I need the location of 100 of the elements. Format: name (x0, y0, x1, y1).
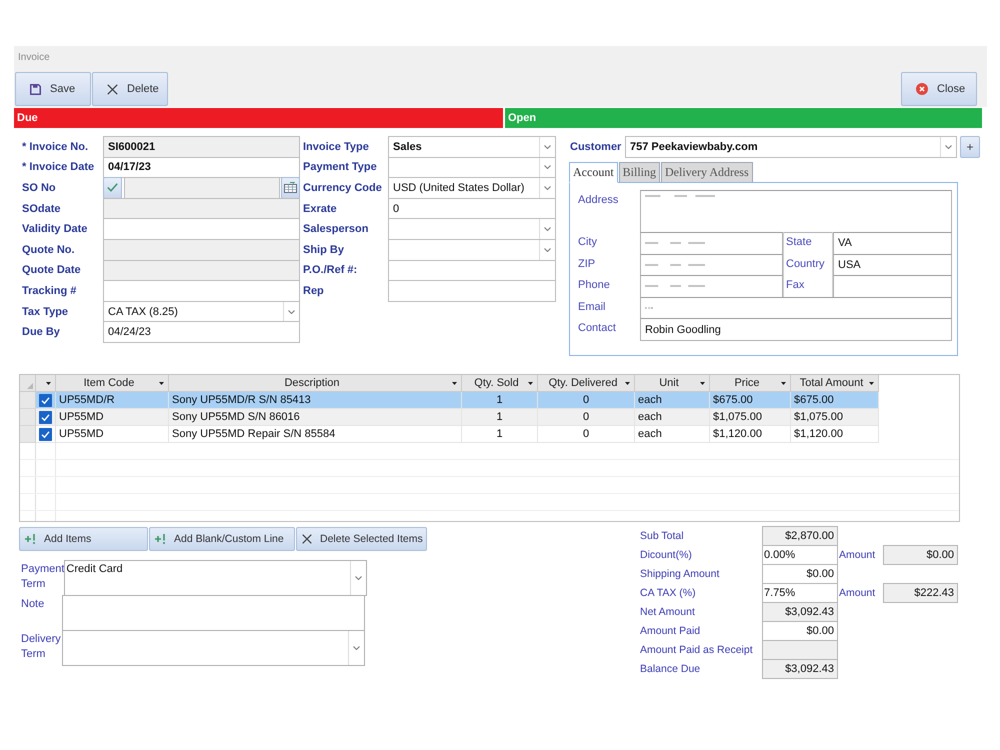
field-label: Validity Date (22, 223, 88, 236)
field-label: * Invoice No. (22, 140, 90, 153)
column-header[interactable]: Unit (635, 375, 710, 392)
field-label: Currency Code (303, 182, 383, 194)
field-label: Shipping Amount (640, 568, 720, 580)
table-cell: $1,120.00 (791, 426, 879, 443)
field-label: Tracking # (22, 284, 78, 297)
input-field[interactable]: Robin Goodling (640, 318, 952, 341)
input-field[interactable]: USA (833, 254, 952, 276)
table-row[interactable]: UP55MD Sony UP55MD S/N 86016 1 0 each $1,075.00 $1,075.00 (36, 409, 879, 426)
check-button[interactable] (103, 177, 122, 199)
chevron-down-icon (945, 145, 952, 149)
dropdown-field[interactable] (388, 156, 556, 178)
blurred-text-icon (645, 306, 653, 310)
field-label: Quote Date (22, 264, 82, 276)
window-title: Invoice (18, 52, 50, 63)
caret-down-icon (869, 382, 874, 384)
input-field[interactable]: 0.00% (762, 545, 838, 565)
dropdown-field[interactable]: Sales (388, 136, 556, 158)
add-customer-button[interactable]: + (960, 136, 980, 158)
column-header[interactable]: Total Amount (791, 375, 879, 392)
column-header[interactable]: Item Code (56, 375, 169, 392)
input-field[interactable]: 04/17/23 (103, 156, 300, 178)
input-field[interactable] (640, 254, 783, 276)
caret-down-icon (159, 382, 164, 384)
dropdown-field[interactable] (62, 630, 365, 666)
input-field[interactable] (388, 260, 556, 282)
input-field[interactable]: $0.00 (762, 621, 838, 641)
input-field[interactable] (388, 280, 556, 302)
caret-down-icon (781, 382, 786, 384)
field-label: Salesperson (303, 223, 370, 236)
blurred-text-icon (645, 262, 705, 267)
field-label: Note (20, 597, 46, 612)
table-row[interactable]: UP55MD/R Sony UP55MD/R S/N 85413 1 0 each $675.00 $675.00 (36, 392, 879, 409)
input-field[interactable] (640, 296, 952, 320)
tab[interactable]: Delivery Address (661, 162, 753, 183)
field-label: ZIP (578, 256, 596, 272)
input-field[interactable] (103, 218, 300, 240)
field-label: Sub Total (640, 530, 685, 542)
field-label: Due By (22, 326, 61, 338)
dropdown-field[interactable] (388, 238, 556, 261)
input-field[interactable]: 04/24/23 (103, 321, 300, 343)
field-label: Address (578, 193, 620, 208)
field-label: Email (578, 300, 607, 315)
add-button[interactable]: Add Items (19, 527, 148, 551)
input-field[interactable] (833, 275, 952, 298)
dropdown-field[interactable]: CA TAX (8.25) (103, 300, 300, 322)
caret-down-icon (528, 382, 533, 384)
delete-button[interactable]: Delete Selected Items (296, 527, 427, 551)
input-field[interactable] (640, 232, 783, 255)
status-banner: Open (505, 108, 982, 128)
input-field: SI600021 (103, 136, 300, 158)
input-field[interactable]: VA (833, 232, 952, 255)
triangle-icon (27, 383, 33, 389)
field-label: Tax Type (22, 306, 70, 318)
dropdown-field[interactable]: 757 Peekaviewbaby.com (625, 136, 957, 158)
input-field[interactable] (103, 280, 300, 302)
input-field: $3,092.43 (762, 659, 838, 679)
input-field: $3,092.43 (762, 602, 838, 622)
text-area[interactable] (62, 595, 365, 631)
input-field: $222.43 (883, 583, 958, 603)
field-label: SO No (22, 182, 57, 194)
table-row[interactable]: UP55MD Sony UP55MD Repair S/N 85584 1 0 each $1,120.00 $1,120.00 (36, 426, 879, 443)
dropdown-field[interactable] (388, 218, 556, 240)
tab[interactable]: Billing (618, 162, 660, 183)
field-label: SOdate (22, 202, 62, 215)
chevron-down-icon (544, 227, 551, 232)
input-field[interactable]: 7.75% (762, 583, 838, 603)
field-label: Exrate (303, 202, 338, 215)
add-button[interactable]: Add Blank/Custom Line (149, 527, 295, 551)
field-label: Amount (838, 587, 876, 599)
checkbox[interactable] (39, 428, 52, 440)
chevron-down-icon (353, 646, 360, 650)
column-header[interactable] (36, 375, 56, 392)
input-field[interactable]: 0 (388, 198, 556, 220)
checkbox[interactable] (39, 394, 52, 406)
chevron-down-icon (544, 248, 551, 252)
checkbox[interactable] (39, 410, 52, 424)
close-button[interactable]: Close (901, 72, 977, 106)
field-label: Amount (838, 549, 876, 561)
field-label: Invoice Type (303, 140, 370, 153)
lookup-button[interactable] (281, 177, 300, 199)
column-header[interactable]: Description (169, 375, 462, 392)
field-label: Net Amount (640, 606, 696, 618)
field-label: Customer (570, 141, 622, 153)
tab[interactable]: Account (569, 162, 618, 183)
column-header[interactable]: Qty. Sold (462, 375, 538, 392)
save-button[interactable]: Save (15, 72, 91, 106)
chevron-down-icon (355, 576, 362, 580)
column-header[interactable]: Qty. Delivered (538, 375, 635, 392)
input-field[interactable]: $0.00 (762, 564, 838, 584)
dropdown-field[interactable]: USD (United States Dollar) (388, 177, 556, 199)
table-cell: 0 (538, 426, 635, 443)
dropdown-field[interactable]: Credit Card (64, 560, 368, 596)
column-header[interactable]: Price (710, 375, 791, 392)
input-field[interactable] (640, 275, 783, 298)
delete-button[interactable]: Delete (92, 72, 168, 106)
text-area[interactable] (640, 190, 952, 233)
field-label: Ship By (303, 244, 345, 256)
blurred-text-icon (645, 194, 715, 198)
